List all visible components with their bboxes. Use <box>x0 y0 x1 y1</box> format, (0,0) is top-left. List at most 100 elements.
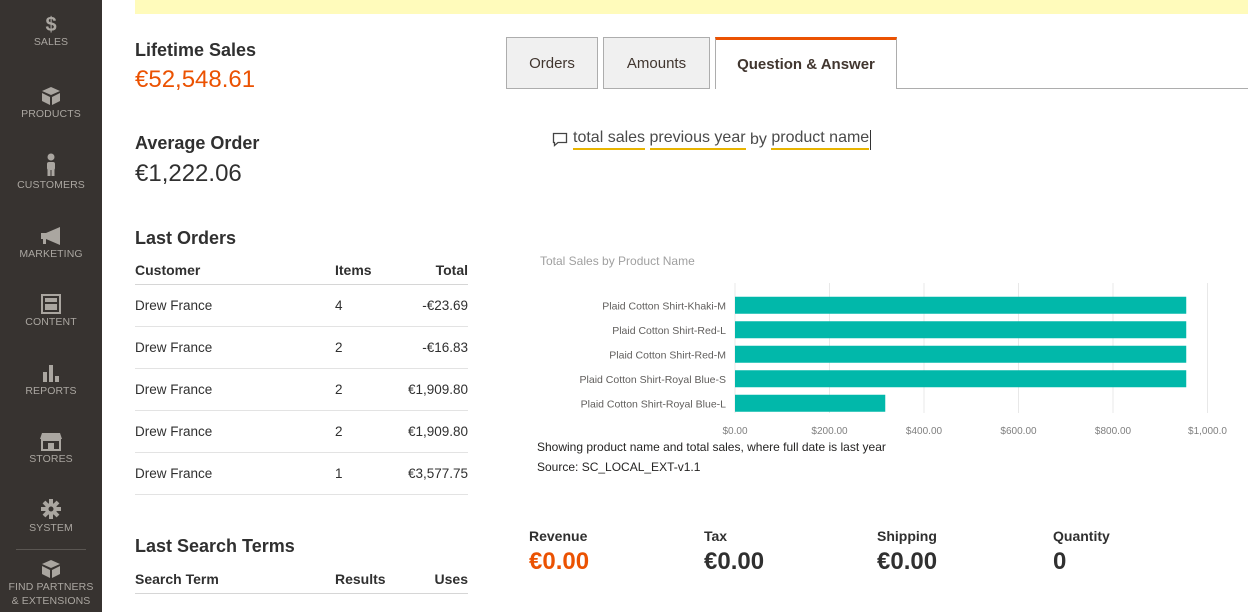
nav-item-customers[interactable]: CUSTOMERS <box>0 153 102 192</box>
last-search-terms-title: Last Search Terms <box>135 536 295 556</box>
col-header-customer: Customer <box>135 256 335 285</box>
x-tick-label: $1,000.0 <box>1188 426 1227 437</box>
tab-question-answer[interactable]: Question & Answer <box>715 37 897 89</box>
tabs-baseline <box>897 88 1248 89</box>
nav-item-reports-label: REPORTS <box>25 385 77 397</box>
cell-customer: Drew France <box>135 326 335 369</box>
query-term[interactable]: previous year <box>649 129 746 150</box>
x-tick-label: $400.00 <box>906 426 943 437</box>
cell-items: 2 <box>335 410 395 453</box>
gear-icon <box>41 499 61 519</box>
bar[interactable] <box>735 370 1187 388</box>
last-orders-table: Customer Items Total Drew France 4 -€23.… <box>135 256 468 495</box>
last-search-terms-table: Search Term Results Uses <box>135 565 468 594</box>
nav-item-find-partners-label-2: & EXTENSIONS <box>11 595 91 607</box>
col-header-items: Items <box>335 256 395 285</box>
y-category-label: Plaid Cotton Shirt-Khaki-M <box>602 300 726 312</box>
nav-item-stores-label: STORES <box>29 453 73 465</box>
bar[interactable] <box>735 345 1187 363</box>
tax-label: Tax <box>704 528 728 544</box>
cell-items: 2 <box>335 326 395 369</box>
col-header-total: Total <box>395 256 468 285</box>
chart-source: Source: SC_LOCAL_EXT-v1.1 <box>537 460 701 474</box>
shipping-value: €0.00 <box>877 548 938 575</box>
nav-item-sales-label: SALES <box>33 36 69 48</box>
y-category-label: Plaid Cotton Shirt-Royal Blue-S <box>580 374 726 386</box>
shipping-label: Shipping <box>877 528 937 544</box>
cell-items: 2 <box>335 368 395 411</box>
bar[interactable] <box>735 296 1187 314</box>
cell-items: 4 <box>335 284 395 327</box>
query-word: by <box>750 130 767 148</box>
layout-icon <box>41 294 61 314</box>
box-icon <box>42 87 60 105</box>
cell-total: €1,909.80 <box>395 368 468 411</box>
x-tick-label: $0.00 <box>722 426 747 437</box>
bar-chart-icon <box>43 365 59 382</box>
nav-item-products-label: PRODUCTS <box>21 108 81 120</box>
tab-orders[interactable]: Orders <box>506 37 598 89</box>
nav-item-stores[interactable]: STORES <box>0 431 102 466</box>
col-header-search-term: Search Term <box>135 565 335 594</box>
query-term[interactable]: product name <box>771 129 870 150</box>
cell-total: -€23.69 <box>395 284 468 327</box>
lifetime-sales-title: Lifetime Sales <box>135 40 257 60</box>
table-header-row: Customer Items Total <box>135 256 468 285</box>
table-header-row: Search Term Results Uses <box>135 565 468 594</box>
chart-description: Showing product name and total sales, wh… <box>537 440 886 454</box>
x-tick-label: $800.00 <box>1095 426 1132 437</box>
cell-customer: Drew France <box>135 368 335 411</box>
nav-item-sales[interactable]: $ SALES <box>0 15 102 49</box>
cell-customer: Drew France <box>135 410 335 453</box>
x-tick-label: $200.00 <box>811 426 848 437</box>
cell-total: -€16.83 <box>395 326 468 369</box>
nav-item-reports[interactable]: REPORTS <box>0 363 102 398</box>
nav-item-find-partners-label: FIND PARTNERS <box>8 581 94 593</box>
storefront-icon <box>40 433 62 451</box>
chart-title: Total Sales by Product Name <box>540 254 695 268</box>
person-icon <box>47 153 55 176</box>
nav-item-marketing-label: MARKETING <box>19 248 83 260</box>
y-category-label: Plaid Cotton Shirt-Royal Blue-L <box>581 398 726 410</box>
cell-total: €1,909.80 <box>395 410 468 453</box>
admin-sidebar: $ SALES PRODUCTS CUSTOMERS MARKETING CON… <box>0 0 110 612</box>
last-orders-title: Last Orders <box>135 228 237 248</box>
nav-item-system-label: SYSTEM <box>29 522 73 534</box>
cell-total: €3,577.75 <box>395 452 468 495</box>
query-term[interactable]: total sales <box>573 129 646 150</box>
megaphone-icon <box>41 227 60 245</box>
col-header-results: Results <box>335 565 415 594</box>
bar-chart: $0.00 $200.00 $400.00 $600.00 $800.00 $1,000.… <box>580 283 1227 437</box>
nav-item-content[interactable]: CONTENT <box>0 294 102 329</box>
tab-amounts[interactable]: Amounts <box>603 37 710 89</box>
text-cursor <box>870 129 872 150</box>
col-header-uses: Uses <box>415 565 468 594</box>
sidebar-divider <box>16 549 86 550</box>
cell-customer: Drew France <box>135 452 335 495</box>
table-row[interactable]: Drew France 2 €1,909.80 <box>135 410 468 453</box>
table-row[interactable]: Drew France 4 -€23.69 <box>135 284 468 327</box>
bar[interactable] <box>735 394 886 412</box>
speech-bubble-icon <box>552 132 568 147</box>
qa-query-input[interactable]: total sales previous year by product nam… <box>552 129 872 150</box>
nav-item-marketing[interactable]: MARKETING <box>0 226 102 261</box>
revenue-value: €0.00 <box>529 548 590 575</box>
table-row[interactable]: Drew France 2 -€16.83 <box>135 326 468 369</box>
quantity-value: 0 <box>1053 548 1067 575</box>
system-notice-bar <box>135 0 1248 14</box>
table-row[interactable]: Drew France 1 €3,577.75 <box>135 452 468 495</box>
nav-item-customers-label: CUSTOMERS <box>17 179 85 191</box>
partners-box-icon <box>42 560 60 578</box>
revenue-label: Revenue <box>529 528 588 544</box>
nav-item-products[interactable]: PRODUCTS <box>0 86 102 121</box>
y-category-label: Plaid Cotton Shirt-Red-M <box>609 349 726 361</box>
average-order-title: Average Order <box>135 133 260 153</box>
cell-customer: Drew France <box>135 284 335 327</box>
table-row[interactable]: Drew France 2 €1,909.80 <box>135 368 468 411</box>
nav-item-find-partners[interactable]: FIND PARTNERS & EXTENSIONS <box>0 559 102 608</box>
cell-items: 1 <box>335 452 395 495</box>
bar[interactable] <box>735 321 1187 339</box>
nav-item-system[interactable]: SYSTEM <box>0 498 102 535</box>
average-order-value: €1,222.06 <box>135 160 242 187</box>
lifetime-sales-value: €52,548.61 <box>135 66 256 93</box>
